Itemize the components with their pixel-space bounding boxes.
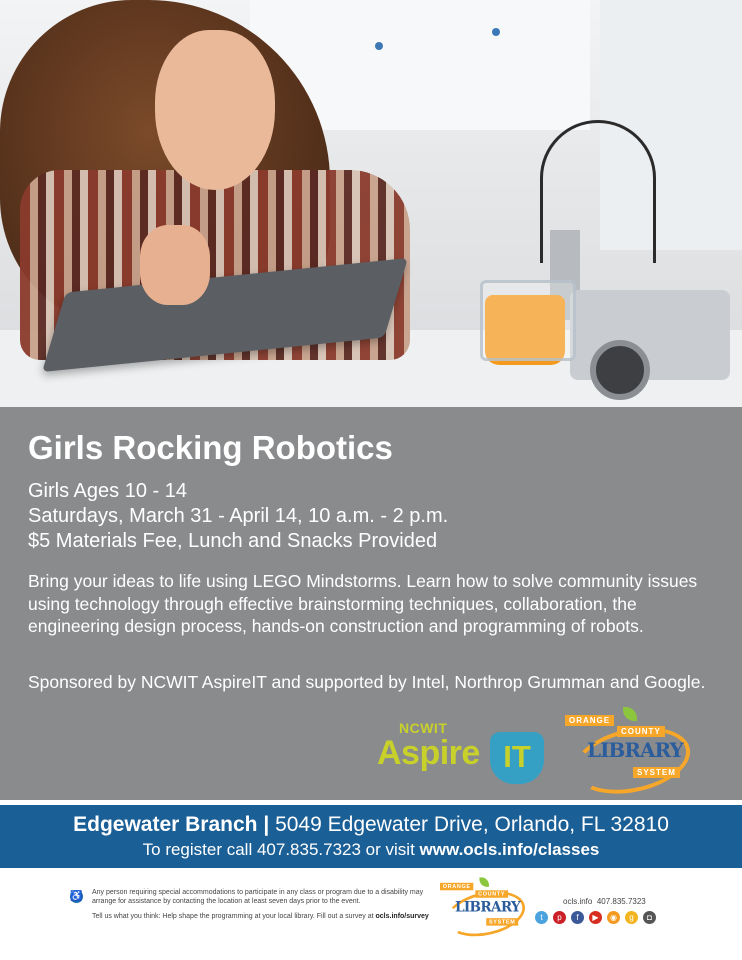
ocls-logo: ORANGE COUNTY LIBRARY SYSTEM: [565, 705, 697, 804]
logo-library: LIBRARY: [454, 898, 521, 915]
info-band: Girls Rocking Robotics Girls Ages 10 - 1…: [0, 407, 742, 804]
logo-orange: ORANGE: [565, 715, 615, 726]
goodreads-icon[interactable]: g: [625, 911, 638, 924]
robot-wheel: [590, 340, 650, 400]
phone-number: 407.835.7323: [596, 897, 646, 906]
logo-library: LIBRARY: [587, 738, 684, 762]
background-dot: [492, 28, 500, 36]
register-text: To register call 407.835.7323 or visit: [142, 840, 415, 859]
survey-line: Tell us what you think: Help shape the p…: [92, 913, 429, 920]
location-bar: Edgewater Branch | 5049 Edgewater Drive,…: [0, 805, 742, 868]
facebook-icon[interactable]: f: [571, 911, 584, 924]
aspire-logo-text: Aspire: [377, 734, 480, 772]
rss-icon[interactable]: ◉: [607, 911, 620, 924]
survey-link[interactable]: ocls.info/survey: [376, 913, 429, 920]
logo-county: COUNTY: [617, 726, 665, 737]
girl-hand: [140, 225, 210, 305]
branch-address: 5049 Edgewater Drive, Orlando, FL 32810: [275, 813, 669, 836]
event-dates: Saturdays, March 31 - April 14, 10 a.m. …: [28, 505, 449, 527]
branch-line: Edgewater Branch | 5049 Edgewater Drive,…: [0, 813, 742, 837]
accessibility-icon: ♿: [70, 890, 83, 903]
event-ages: Girls Ages 10 - 14: [28, 480, 187, 502]
youtube-icon[interactable]: ▶: [589, 911, 602, 924]
leaf-icon: [479, 877, 489, 887]
footer: ♿ Any person requiring special accommoda…: [0, 868, 742, 960]
contact-info: ocls.info 407.835.7323: [563, 897, 646, 906]
event-fee: $5 Materials Fee, Lunch and Snacks Provi…: [28, 530, 438, 552]
background-dot: [375, 42, 383, 50]
hero-photo: [0, 0, 742, 407]
social-icons: t p f ▶ ◉ g ◘: [535, 911, 656, 924]
twitter-icon[interactable]: t: [535, 911, 548, 924]
website-link[interactable]: ocls.info: [563, 897, 592, 906]
it-logo-badge: IT: [490, 732, 544, 784]
event-description: Bring your ideas to life using LEGO Mind…: [28, 571, 698, 636]
logo-system: SYSTEM: [633, 767, 680, 778]
ncwit-aspireit-logo: NCWIT Aspire IT: [377, 720, 552, 790]
logo-county: COUNTY: [475, 890, 508, 898]
survey-text: Tell us what you think: Help shape the p…: [92, 913, 374, 920]
ocls-footer-logo: ORANGE COUNTY LIBRARY SYSTEM: [440, 876, 530, 944]
logo-orange: ORANGE: [440, 882, 474, 891]
event-title: Girls Rocking Robotics: [28, 429, 393, 466]
branch-separator: |: [263, 813, 270, 836]
register-link[interactable]: www.ocls.info/classes: [420, 840, 600, 859]
pinterest-icon[interactable]: p: [553, 911, 566, 924]
leaf-icon: [623, 707, 637, 721]
event-details: Girls Ages 10 - 14 Saturdays, March 31 -…: [28, 479, 448, 554]
accommodation-disclaimer: Any person requiring special accommodati…: [92, 889, 424, 905]
branch-name: Edgewater Branch: [73, 813, 258, 836]
logo-system: SYSTEM: [486, 918, 519, 926]
girl-face: [155, 30, 275, 190]
register-line: To register call 407.835.7323 or visit w…: [0, 840, 742, 860]
lego-robot: [480, 120, 742, 400]
event-sponsors: Sponsored by NCWIT AspireIT and supporte…: [28, 672, 706, 692]
instagram-icon[interactable]: ◘: [643, 911, 656, 924]
robot-beaker: [480, 280, 576, 361]
